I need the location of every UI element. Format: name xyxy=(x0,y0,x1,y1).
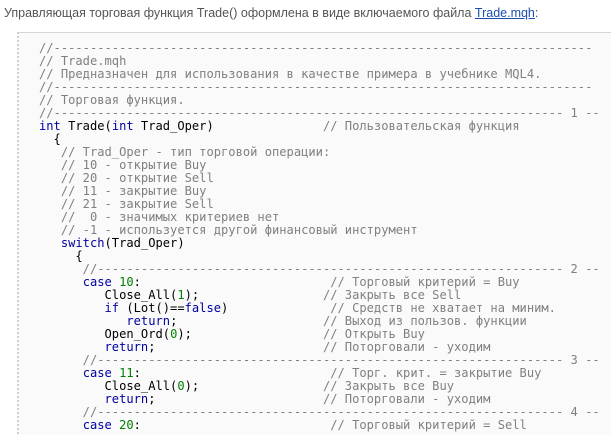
code-token: int xyxy=(111,119,134,133)
code-token: Open_Ord( xyxy=(39,327,171,341)
code-token: // Торговая функция. xyxy=(39,93,185,107)
code-token: // 11 - закрытие Buy xyxy=(39,184,207,198)
code-token: // Trade.mqh xyxy=(39,54,127,68)
code-token: // Предназначен для использования в каче… xyxy=(39,67,542,81)
code-token: if xyxy=(104,301,120,315)
code-token: ; xyxy=(170,314,323,328)
code-token: // 10 - открытие Buy xyxy=(39,158,207,172)
code-token: (Lot()== xyxy=(119,301,185,315)
intro-colon: : xyxy=(534,6,539,20)
code-token: case xyxy=(82,275,112,289)
code-token: // Открыть Buy xyxy=(322,327,425,341)
code-token: 20 xyxy=(119,418,134,432)
code-line: switch(Trad_Oper) xyxy=(39,237,600,250)
code-token: 11 xyxy=(119,366,134,380)
trade-mqh-link[interactable]: Trade.mqh xyxy=(475,6,535,20)
code-token: // Выход из пользов. функции xyxy=(322,314,527,328)
code-token: ; xyxy=(148,340,323,354)
code-token: 0 xyxy=(177,379,185,393)
code-token: //--------------------------------------… xyxy=(39,80,593,94)
code-token: // Средств не хватает на миним. xyxy=(330,301,556,315)
code-token: return xyxy=(104,340,149,354)
intro-sentence: Управляющая торговая функция Trade() офо… xyxy=(4,6,475,20)
code-token: // Закрыть все Sell xyxy=(322,288,462,302)
intro-text: Управляющая торговая функция Trade() офо… xyxy=(4,6,538,20)
code-token: // Закрыть все Buy xyxy=(322,379,455,393)
code-token: // 21 - закрытие Sell xyxy=(39,197,214,211)
code-token: 1 xyxy=(177,288,185,302)
code-token: //--------------------------------------… xyxy=(39,405,600,419)
code-token: // -1 - используется другой финансовый и… xyxy=(39,223,418,237)
code-token: ); xyxy=(184,288,323,302)
code-token: : xyxy=(133,275,331,289)
code-token: int xyxy=(39,119,61,133)
code-token: // Торговый критерий = Buy xyxy=(330,275,520,289)
code-token: Close_All( xyxy=(39,379,178,393)
code-token: // Пользовательская функция xyxy=(322,119,520,133)
code-token: ; xyxy=(148,392,323,406)
code-token: { xyxy=(39,249,83,263)
code-token: // 20 - открытие Sell xyxy=(39,171,214,185)
code-token: : xyxy=(133,418,331,432)
code-token: Trad_Oper) xyxy=(133,119,323,133)
code-token: Close_All( xyxy=(39,288,178,302)
code-block: //--------------------------------------… xyxy=(17,32,611,435)
code-token: return xyxy=(126,314,171,328)
code-line: int Trade(int Trad_Oper) // Пользователь… xyxy=(39,120,600,133)
code-line: case 20: // Торговый критерий = Sell xyxy=(39,419,600,432)
code-token: // 0 - значимых критериев нет xyxy=(39,210,280,224)
code-token: // Поторговали - уходим xyxy=(322,392,491,406)
code-token: (Trad_Oper) xyxy=(104,236,185,250)
code-token: //--------------------------------------… xyxy=(39,106,600,120)
code-token: // Trad_Oper - тип торговой операции: xyxy=(39,145,331,159)
code-token: //--------------------------------------… xyxy=(39,262,600,276)
code-token: // Торг. крит. = закрытие Buy xyxy=(330,366,542,380)
code-token: //--------------------------------------… xyxy=(39,353,600,367)
code-token: ); xyxy=(177,327,323,341)
code-token: // Поторговали - уходим xyxy=(322,340,491,354)
code-token: // Торговый критерий = Sell xyxy=(330,418,527,432)
code-listing: //--------------------------------------… xyxy=(39,42,600,432)
code-token: ); xyxy=(184,379,323,393)
code-token: ) xyxy=(221,301,331,315)
code-token: //--------------------------------------… xyxy=(39,41,593,55)
code-token: Trade( xyxy=(60,119,112,133)
code-token: case xyxy=(82,366,112,380)
code-token: : xyxy=(133,366,331,380)
code-token: { xyxy=(39,132,61,146)
code-token: case xyxy=(82,418,112,432)
code-token: 10 xyxy=(119,275,134,289)
code-token: false xyxy=(184,301,222,315)
code-token: switch xyxy=(60,236,105,250)
code-token: return xyxy=(104,392,149,406)
